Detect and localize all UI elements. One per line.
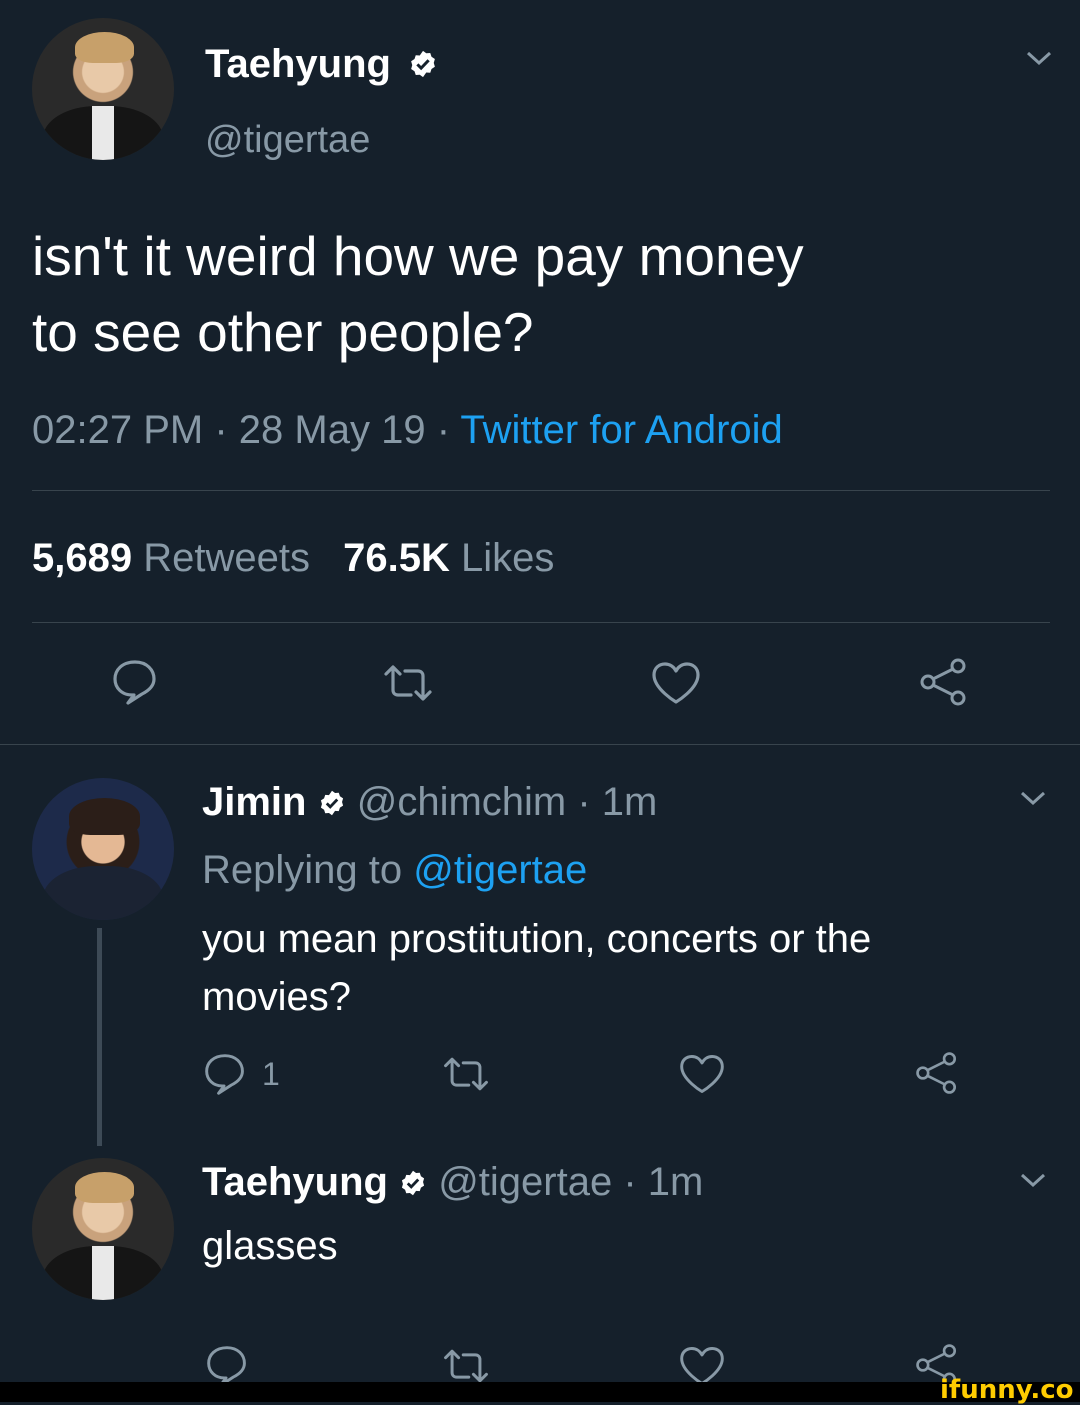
likes-stat[interactable]: 76.5K Likes	[343, 536, 554, 580]
reply-count: 1	[262, 1055, 280, 1092]
reply-age[interactable]: · 1m	[577, 780, 657, 824]
tweet-time[interactable]: 02:27 PM	[32, 408, 203, 452]
reply-text-line: movies?	[202, 975, 351, 1019]
handle[interactable]: @tigertae	[205, 116, 370, 164]
reply-icon	[205, 1054, 244, 1095]
watermark-bar	[0, 1382, 1080, 1402]
like-button[interactable]	[650, 660, 702, 706]
tweet-meta: 02:27 PM · 28 May 19 · Twitter for Andro…	[32, 404, 783, 456]
avatar-shirt	[91, 106, 115, 160]
avatar[interactable]	[32, 18, 174, 160]
verified-badge-icon	[399, 1158, 427, 1210]
avatar[interactable]	[32, 778, 174, 920]
like-icon	[652, 662, 700, 704]
author-name-row[interactable]: Taehyung	[205, 40, 438, 90]
engagement-stats: 5,689 Retweets 76.5K Likes	[32, 532, 554, 584]
retweets-label: Retweets	[143, 536, 310, 580]
watermark: ifunny.co	[940, 1375, 1074, 1405]
verified-badge-icon	[408, 42, 438, 90]
reply-icon	[113, 660, 156, 705]
retweet-button[interactable]	[440, 1054, 492, 1094]
retweet-icon	[384, 665, 432, 701]
avatar-body	[43, 866, 163, 920]
tweet-text-line: isn't it weird how we pay money	[32, 225, 804, 287]
avatar-hair	[74, 1172, 135, 1204]
likes-label: Likes	[460, 536, 555, 580]
verified-badge-icon	[318, 778, 346, 830]
reply-header: Taehyung @tigertae · 1m	[202, 1156, 703, 1210]
avatar[interactable]	[32, 1158, 174, 1300]
share-button[interactable]	[918, 656, 970, 708]
replying-to: Replying to @tigertae	[202, 844, 587, 896]
meta-separator: ·	[436, 408, 451, 452]
replying-to-label: Replying to	[202, 848, 403, 892]
share-icon	[920, 658, 966, 706]
handle[interactable]: @chimchim	[357, 780, 567, 824]
retweet-icon	[444, 1349, 488, 1383]
tweet-source[interactable]: Twitter for Android	[460, 408, 782, 452]
reply-button[interactable]: 1	[202, 1052, 280, 1096]
retweets-stat[interactable]: 5,689 Retweets	[32, 536, 321, 580]
like-icon	[680, 1054, 724, 1094]
tweet-text: isn't it weird how we pay money to see o…	[32, 218, 1052, 370]
replying-to-handle[interactable]: @tigertae	[413, 848, 587, 892]
handle[interactable]: @tigertae	[438, 1160, 612, 1204]
reply-text-line: you mean prostitution, concerts or the	[202, 917, 872, 961]
share-button[interactable]	[914, 1050, 960, 1096]
retweet-button[interactable]	[380, 662, 436, 704]
display-name[interactable]: Jimin	[202, 780, 306, 824]
reply-text: glasses	[202, 1224, 338, 1268]
avatar-hair	[68, 797, 140, 835]
reply-header: Jimin @chimchim · 1m	[202, 776, 657, 830]
share-icon	[916, 1052, 957, 1094]
divider	[32, 490, 1050, 491]
like-button[interactable]	[678, 1052, 726, 1096]
likes-count: 76.5K	[343, 536, 450, 580]
reply-age[interactable]: · 1m	[623, 1160, 703, 1204]
reply-button[interactable]	[110, 658, 160, 706]
tweet-date[interactable]: 28 May 19	[239, 408, 426, 452]
display-name[interactable]: Taehyung	[205, 42, 391, 86]
chevron-down-icon[interactable]	[1018, 788, 1048, 808]
divider	[32, 622, 1050, 623]
thread-line	[97, 928, 102, 1146]
retweet-icon	[444, 1057, 488, 1091]
display-name[interactable]: Taehyung	[202, 1160, 388, 1204]
chevron-down-icon[interactable]	[1024, 48, 1054, 68]
divider	[0, 744, 1080, 745]
avatar-shirt	[91, 1246, 115, 1300]
tweet-text-line: to see other people?	[32, 301, 534, 363]
chevron-down-icon[interactable]	[1018, 1170, 1048, 1190]
reply-text: you mean prostitution, concerts or the m…	[202, 910, 1052, 1026]
retweet-button[interactable]	[440, 1346, 492, 1386]
retweets-count: 5,689	[32, 536, 133, 580]
meta-separator: ·	[214, 408, 228, 452]
avatar-hair	[74, 32, 135, 64]
